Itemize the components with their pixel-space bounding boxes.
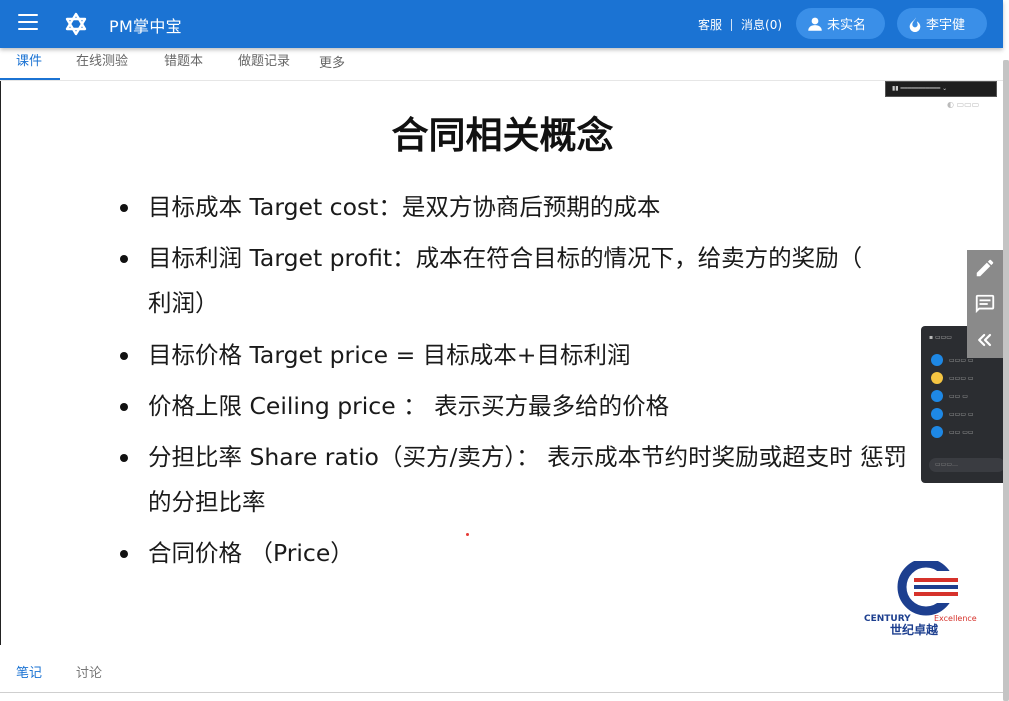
divider [0,692,1003,693]
double-chevron-left-icon [978,333,992,347]
verify-identity-button[interactable]: 未实名 [796,8,885,39]
avatar [931,372,943,384]
chat-header: ▪ ▭▭▭ [929,334,952,341]
bullet-icon [120,352,128,360]
chat-message: ▭▭ ▭ [931,390,968,402]
tab-discussion[interactable]: 讨论 [76,662,102,681]
logo-chinese: 世纪卓越 [890,622,939,636]
tab-notes[interactable]: 笔记 [16,662,42,681]
person-icon [808,17,822,31]
video-status-bar[interactable]: ▮▮ ━━━━━━━━━━━ ⌄ [885,81,997,97]
chat-input[interactable]: ▭▭▭… [929,458,1005,472]
comment-icon [975,294,995,314]
century-excellence-logo: CENTURY Excellence 世纪卓越 [864,561,977,636]
collapse-panel-button[interactable] [967,322,1003,358]
list-item: 目标价格 Target price = 目标成本+目标利润 [119,333,630,378]
avatar [931,354,943,366]
tab-more[interactable]: 更多 [319,52,345,71]
tab-courseware[interactable]: 课件 [16,50,42,69]
bullet-icon [120,255,128,263]
active-tab-indicator [0,78,60,80]
avatar [931,408,943,420]
bullet-text: 分担比率 Share ratio（买方/卖方）： 表示成本节约时奖励或超支时 [148,443,853,471]
menu-icon[interactable] [18,14,38,34]
user-name: 李宇健 [926,18,966,33]
comment-button[interactable] [967,286,1003,322]
chat-message: ▭▭▭ ▭ [931,372,974,384]
vertical-scrollbar[interactable] [1003,60,1009,701]
pencil-icon [976,259,994,277]
pointer-dot [466,533,469,536]
bullet-text: 价格上限 Ceiling price ： 表示买方最多给的价格 [148,392,670,420]
list-item: 目标利润 Target profit：成本在符合目标的情况下，给卖方的奖励（ 利… [119,236,862,326]
app-page: PM掌中宝 客服 消息(0) 未实名 李宇健 课件 在线测验 错题本 做题记录 … [0,0,1009,701]
bullet-text: 目标成本 Target cost：是双方协商后预期的成本 [148,193,661,221]
courseware-slide: ▮▮ ━━━━━━━━━━━ ⌄ ◐ ▭▭▭ 合同相关概念 目标成本 Targe… [0,81,1005,645]
bullet-text-continuation: 利润） [148,289,219,317]
bottom-tabs: 笔记 讨论 [0,645,1003,701]
bullet-icon [120,550,128,558]
chat-message: ▭▭ ▭▭ [931,426,974,438]
list-item: 分担比率 Share ratio（买方/卖方）： 表示成本节约时奖励或超支时 惩… [119,435,919,525]
star-of-david-icon[interactable] [64,12,88,36]
scrollbar-thumb[interactable] [1003,60,1009,701]
tab-wrong-questions[interactable]: 错题本 [164,50,203,69]
bullet-icon [120,454,128,462]
bullet-icon [120,403,128,411]
verify-label: 未实名 [827,18,867,33]
bullet-text: 目标利润 Target profit：成本在符合目标的情况下，给卖方的奖励（ [148,244,863,272]
divider [731,18,733,31]
tab-practice-records[interactable]: 做题记录 [238,50,290,69]
list-item: 价格上限 Ceiling price ： 表示买方最多给的价格 [119,384,669,429]
content-tabs: 课件 在线测验 错题本 做题记录 更多 [0,48,1003,81]
flame-icon [909,16,921,32]
bullet-text: 目标价格 Target price = 目标成本+目标利润 [148,341,631,369]
bullet-text: 合同价格 （Price） [148,539,354,567]
note-edit-button[interactable] [967,250,1003,286]
app-title: PM掌中宝 [109,17,182,36]
tab-online-quiz[interactable]: 在线测验 [76,50,128,69]
top-app-bar: PM掌中宝 客服 消息(0) 未实名 李宇健 [0,0,1003,48]
bullet-icon [120,204,128,212]
list-item: 合同价格 （Price） [119,531,354,576]
logo-brand-suffix: Excellence [934,614,977,623]
chat-message: ▭▭▭ ▭ [931,408,974,420]
header-links: 客服 消息(0) [698,16,782,33]
avatar [931,390,943,402]
avatar [931,426,943,438]
customer-service-link[interactable]: 客服 [698,16,722,33]
list-item: 目标成本 Target cost：是双方协商后预期的成本 [119,185,660,230]
messages-link[interactable]: 消息(0) [741,16,782,33]
slide-title: 合同相关概念 [391,114,614,157]
user-profile-button[interactable]: 李宇健 [897,8,987,39]
